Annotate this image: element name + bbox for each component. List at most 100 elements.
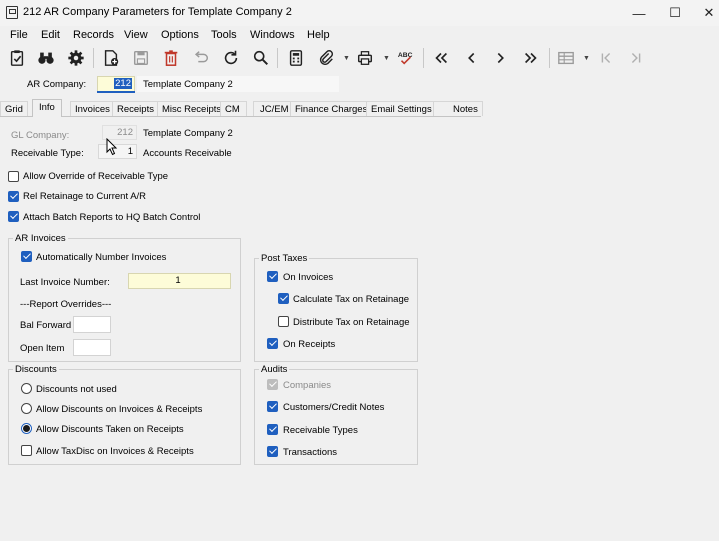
close-button[interactable]: ✕ (686, 0, 719, 26)
gear-icon[interactable] (64, 46, 88, 70)
menu-tools[interactable]: Tools (211, 29, 237, 41)
toolbar-separator (549, 48, 550, 68)
post-taxes-title: Post Taxes (259, 253, 310, 264)
allow-discounts-invoices-radio[interactable] (21, 403, 32, 414)
grid-dropdown-icon[interactable]: ▼ (583, 53, 590, 63)
binoculars-icon[interactable] (34, 46, 58, 70)
first-record-icon[interactable] (429, 46, 453, 70)
discounts-title: Discounts (13, 364, 59, 375)
open-item-input[interactable] (73, 339, 111, 356)
tab-finance-charges[interactable]: Finance Charges (290, 101, 373, 116)
tab-email-settings[interactable]: Email Settings (366, 101, 437, 116)
tab-misc-receipts[interactable]: Misc Receipts (157, 101, 227, 116)
attach-batch-checkbox[interactable] (8, 211, 19, 222)
audits-title: Audits (259, 364, 290, 375)
on-invoices-checkbox[interactable] (267, 271, 278, 282)
print-dropdown-icon[interactable]: ▼ (383, 53, 390, 63)
on-receipts-checkbox[interactable] (267, 338, 278, 349)
spellcheck-icon[interactable]: ABC (394, 46, 418, 70)
undo-icon[interactable] (189, 46, 213, 70)
allow-override-label: Allow Override of Receivable Type (23, 171, 169, 182)
app-icon (6, 6, 18, 19)
receivable-types-checkbox[interactable] (267, 424, 278, 435)
new-record-icon[interactable] (99, 46, 123, 70)
transactions-label: Transactions (283, 447, 338, 458)
previous-record-icon[interactable] (459, 46, 483, 70)
menu-edit[interactable]: Edit (41, 29, 60, 41)
attach-dropdown-icon[interactable]: ▼ (343, 53, 350, 63)
last-page-icon[interactable] (624, 46, 648, 70)
menu-options[interactable]: Options (161, 29, 199, 41)
tab-jcem[interactable]: JC/EM (253, 101, 294, 116)
receivable-type-label: Receivable Type: (11, 148, 84, 159)
save-icon[interactable] (129, 46, 153, 70)
first-page-icon[interactable] (594, 46, 618, 70)
on-receipts-label: On Receipts (283, 339, 336, 350)
companies-checkbox (267, 379, 278, 390)
on-invoices-label: On Invoices (283, 272, 334, 283)
discounts-not-used-label: Discounts not used (36, 384, 117, 395)
calculate-tax-label: Calculate Tax on Retainage (293, 294, 410, 305)
toolbar-separator (93, 48, 94, 68)
tab-notes[interactable]: Notes (433, 101, 483, 116)
discounts-not-used-radio[interactable] (21, 383, 32, 394)
ar-company-input[interactable]: 212 (97, 76, 135, 92)
last-record-icon[interactable] (519, 46, 543, 70)
ar-company-value: 212 (114, 78, 132, 89)
ar-company-label: AR Company: (27, 79, 87, 90)
gl-company-label: GL Company: (11, 130, 70, 141)
calculate-tax-checkbox[interactable] (278, 293, 289, 304)
toolbar-separator (423, 48, 424, 68)
bal-forward-input[interactable] (73, 316, 111, 333)
attach-icon[interactable] (314, 46, 338, 70)
allow-discounts-invoices-label: Allow Discounts on Invoices & Receipts (36, 404, 203, 415)
attach-batch-label: Attach Batch Reports to HQ Batch Control (23, 212, 201, 223)
tab-info[interactable]: Info (32, 99, 62, 117)
receivable-type-name: Accounts Receivable (143, 148, 232, 159)
allow-discounts-taken-radio[interactable] (21, 423, 32, 434)
distribute-tax-label: Distribute Tax on Retainage (293, 317, 410, 328)
menu-windows[interactable]: Windows (250, 29, 295, 41)
search-icon[interactable] (249, 46, 273, 70)
open-item-label: Open Item (20, 343, 65, 354)
menu-file[interactable]: File (10, 29, 28, 41)
gl-company-name: Template Company 2 (143, 128, 233, 139)
last-invoice-input[interactable]: 1 (128, 273, 231, 289)
next-record-icon[interactable] (489, 46, 513, 70)
print-icon[interactable] (353, 46, 377, 70)
tab-grid[interactable]: Grid (0, 101, 28, 116)
mouse-cursor-icon (106, 138, 118, 156)
ar-company-name: Template Company 2 (143, 79, 233, 90)
post-taxes-group (254, 258, 418, 362)
tab-invoices[interactable]: Invoices (70, 101, 115, 116)
window-title: 212 AR Company Parameters for Template C… (23, 6, 292, 18)
menu-help[interactable]: Help (307, 29, 330, 41)
calculator-icon[interactable] (284, 46, 308, 70)
distribute-tax-checkbox[interactable] (278, 316, 289, 327)
menu-records[interactable]: Records (73, 29, 114, 41)
allow-override-checkbox[interactable] (8, 171, 19, 182)
tab-cm[interactable]: CM (220, 101, 247, 116)
grid-view-icon[interactable] (554, 46, 578, 70)
customers-label: Customers/Credit Notes (283, 402, 385, 413)
receivable-types-label: Receivable Types (283, 425, 358, 436)
taxdisc-label: Allow TaxDisc on Invoices & Receipts (36, 446, 194, 457)
menu-view[interactable]: View (124, 29, 148, 41)
ar-company-focus-underline (97, 91, 135, 93)
toolbar-separator (277, 48, 278, 68)
auto-number-checkbox[interactable] (21, 251, 32, 262)
refresh-icon[interactable] (219, 46, 243, 70)
tab-receipts[interactable]: Receipts (112, 101, 159, 116)
customers-checkbox[interactable] (267, 401, 278, 412)
rel-retainage-label: Rel Retainage to Current A/R (23, 191, 147, 202)
clipboard-check-icon[interactable] (5, 46, 29, 70)
transactions-checkbox[interactable] (267, 446, 278, 457)
delete-icon[interactable] (159, 46, 183, 70)
auto-number-label: Automatically Number Invoices (36, 252, 167, 263)
companies-label: Companies (283, 380, 332, 391)
allow-discounts-taken-label: Allow Discounts Taken on Receipts (36, 424, 184, 435)
taxdisc-checkbox[interactable] (21, 445, 32, 456)
rel-retainage-checkbox[interactable] (8, 191, 19, 202)
report-overrides-label: ---Report Overrides--- (20, 299, 112, 310)
last-invoice-label: Last Invoice Number: (20, 277, 110, 288)
